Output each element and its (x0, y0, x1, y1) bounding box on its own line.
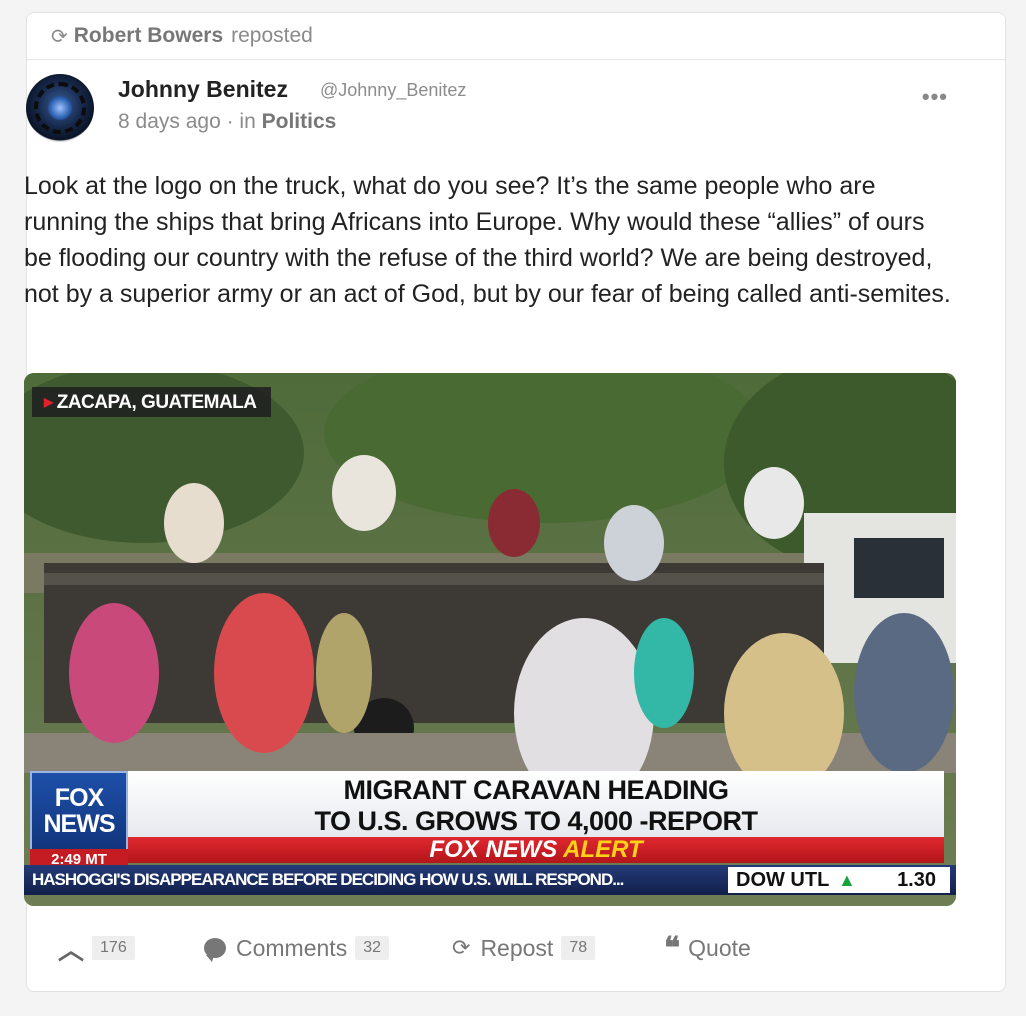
post-body-text: Look at the logo on the truck, what do y… (24, 172, 951, 308)
post-actions: ︿ 176 Comments 32 ⟳ Repost 78 ❝ Quote (24, 928, 954, 968)
play-arrow-icon: ▶ (44, 395, 53, 409)
stock-ticker: DOW UTL ▲ 1.30 (728, 867, 950, 893)
comments-button[interactable]: Comments 32 (204, 928, 389, 968)
comments-count: 32 (355, 936, 389, 960)
repost-count: 78 (561, 936, 596, 960)
repost-header: ⟳ Robert Bowers reposted (27, 13, 1005, 60)
quote-icon: ❝ (664, 930, 681, 966)
author-row: Johnny Benitez @Johnny_Benitez 8 days ag… (24, 74, 954, 144)
location-tag: ▶ ZACAPA, GUATEMALA (32, 387, 271, 417)
up-triangle-icon: ▲ (838, 870, 856, 890)
quote-label: Quote (688, 934, 751, 961)
fox-news-logo: FOX NEWS 2:49 MT (30, 771, 128, 871)
chevron-up-icon: ︿ (58, 934, 85, 965)
reposter-name[interactable]: Robert Bowers (74, 24, 223, 48)
quote-button[interactable]: ❝ Quote (664, 928, 751, 968)
category-link[interactable]: Politics (262, 110, 337, 133)
repost-label: Repost (480, 934, 554, 961)
author-handle[interactable]: @Johnny_Benitez (320, 80, 466, 101)
post-image[interactable]: ▶ ZACAPA, GUATEMALA FOX NEWS 2:49 MT MIGR… (24, 373, 956, 906)
upvote-count: 176 (92, 936, 135, 960)
post-time: 8 days ago · in (118, 110, 256, 133)
news-alert-bar: FOX NEWS ALERT (128, 837, 944, 863)
repost-action-text: reposted (231, 24, 313, 47)
news-headline: MIGRANT CARAVAN HEADING TO U.S. GROWS TO… (128, 771, 944, 837)
comment-bubble-icon (204, 938, 226, 962)
avatar[interactable] (26, 74, 94, 142)
repost-icon: ⟳ (51, 25, 68, 48)
repost-icon: ⟳ (452, 935, 471, 960)
comments-label: Comments (236, 934, 348, 961)
post-meta: 8 days ago · in Politics (118, 110, 336, 134)
upvote-button[interactable]: ︿ 176 (58, 928, 135, 968)
author-name[interactable]: Johnny Benitez (118, 76, 288, 103)
news-lower-third: FOX NEWS 2:49 MT MIGRANT CARAVAN HEADING… (24, 769, 956, 906)
repost-button[interactable]: ⟳ Repost 78 (452, 928, 596, 968)
ticker-text: HASHOGGI'S DISAPPEARANCE BEFORE DECIDING… (32, 870, 624, 889)
more-options-button[interactable]: ••• (922, 84, 948, 110)
news-ticker: HASHOGGI'S DISAPPEARANCE BEFORE DECIDING… (24, 865, 956, 895)
